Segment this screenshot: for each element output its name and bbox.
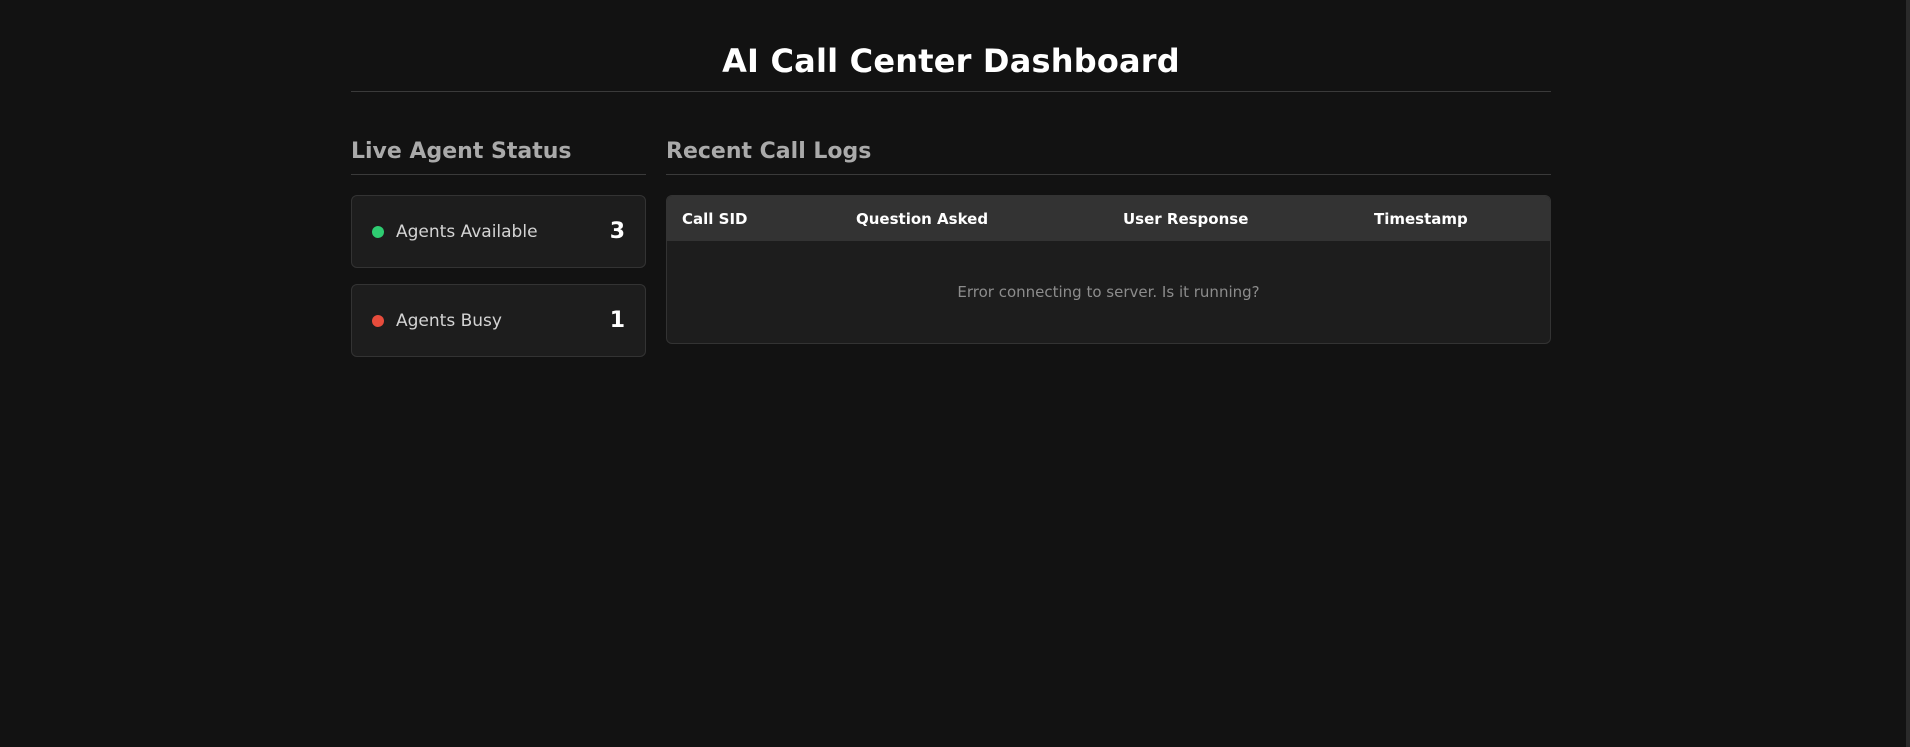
column-header-timestamp: Timestamp [1374,209,1468,228]
column-header-call-sid: Call SID [682,209,748,228]
dashboard-header: AI Call Center Dashboard [351,0,1551,92]
dashboard-container: AI Call Center Dashboard Live Agent Stat… [351,0,1551,357]
table-header-row: Call SID Question Asked User Response Ti… [667,196,1550,241]
available-status-dot-icon [372,225,384,238]
agents-available-count: 3 [609,219,625,244]
agent-status-panel: Live Agent Status Agents Available 3 Age… [351,137,646,357]
agents-busy-label: Agents Busy [396,310,502,331]
agents-available-label: Agents Available [396,221,538,242]
busy-status-dot-icon [372,314,384,327]
call-logs-table: Call SID Question Asked User Response Ti… [667,196,1550,343]
agents-busy-card: Agents Busy 1 [351,284,646,357]
dashboard-content: Live Agent Status Agents Available 3 Age… [351,137,1551,357]
call-logs-table-card: Call SID Question Asked User Response Ti… [666,195,1551,344]
table-error-message: Error connecting to server. Is it runnin… [957,283,1260,301]
column-header-question-asked: Question Asked [856,209,989,228]
call-logs-panel: Recent Call Logs Call SID Question Asked… [666,137,1551,357]
column-header-user-response: User Response [1123,209,1249,228]
agents-available-card: Agents Available 3 [351,195,646,268]
dashboard-page: AI Call Center Dashboard Live Agent Stat… [0,0,1910,747]
page-title: AI Call Center Dashboard [722,42,1180,80]
agents-busy-count: 1 [609,308,625,333]
call-logs-title: Recent Call Logs [666,137,1551,175]
table-row: Error connecting to server. Is it runnin… [667,241,1550,343]
agent-status-title: Live Agent Status [351,137,646,175]
window-scrollbar[interactable] [1906,0,1910,747]
